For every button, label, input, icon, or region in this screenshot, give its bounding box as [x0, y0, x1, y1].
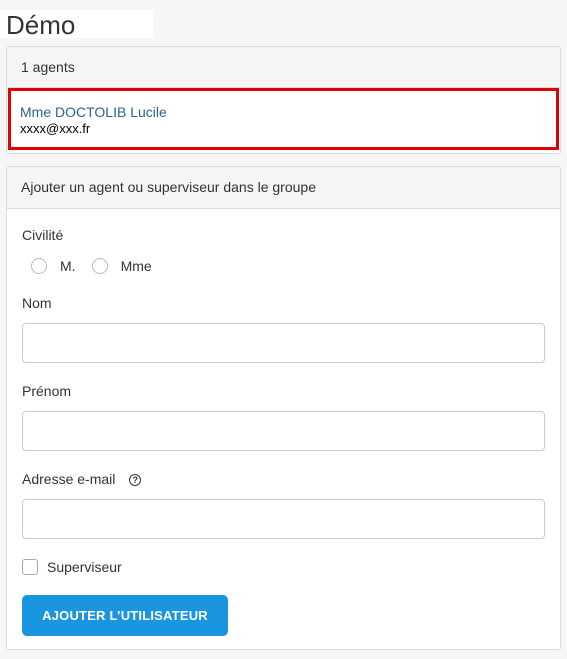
supervisor-checkbox[interactable] — [22, 559, 38, 575]
add-agent-header: Ajouter un agent ou superviseur dans le … — [7, 167, 560, 209]
civility-radio-m[interactable] — [31, 258, 47, 274]
civility-label: Civilité — [22, 227, 64, 243]
add-agent-panel: Ajouter un agent ou superviseur dans le … — [6, 166, 561, 650]
email-input[interactable] — [22, 499, 545, 539]
agents-count: 1 agents — [7, 47, 560, 88]
page-title: Démo — [6, 10, 76, 40]
supervisor-label[interactable]: Superviseur — [47, 559, 122, 575]
firstname-input[interactable] — [22, 411, 545, 451]
email-label-row: Adresse e-mail ? — [22, 471, 142, 487]
question-circle-icon[interactable]: ? — [129, 474, 142, 486]
name-input[interactable] — [22, 323, 545, 363]
civility-radio-mme[interactable] — [91, 258, 108, 274]
agent-list-item[interactable]: Mme DOCTOLIB Lucile xxxx@xxx.fr — [8, 88, 559, 150]
civility-radio-group: M. Mme — [31, 258, 168, 274]
name-label: Nom — [22, 295, 52, 311]
agent-email: xxxx@xxx.fr — [20, 121, 91, 136]
agents-panel: 1 agents Mme DOCTOLIB Lucile xxxx@xxx.fr — [6, 46, 561, 154]
add-user-button[interactable]: AJOUTER L’UTILISATEUR — [22, 595, 228, 636]
supervisor-checkbox-row: Superviseur — [22, 559, 122, 575]
civility-option-m-label[interactable]: M. — [60, 258, 76, 274]
agent-name-link[interactable]: Mme DOCTOLIB Lucile — [20, 103, 547, 121]
civility-option-mme-label[interactable]: Mme — [121, 258, 152, 274]
email-label: Adresse e-mail — [22, 471, 116, 487]
firstname-label: Prénom — [22, 383, 72, 399]
